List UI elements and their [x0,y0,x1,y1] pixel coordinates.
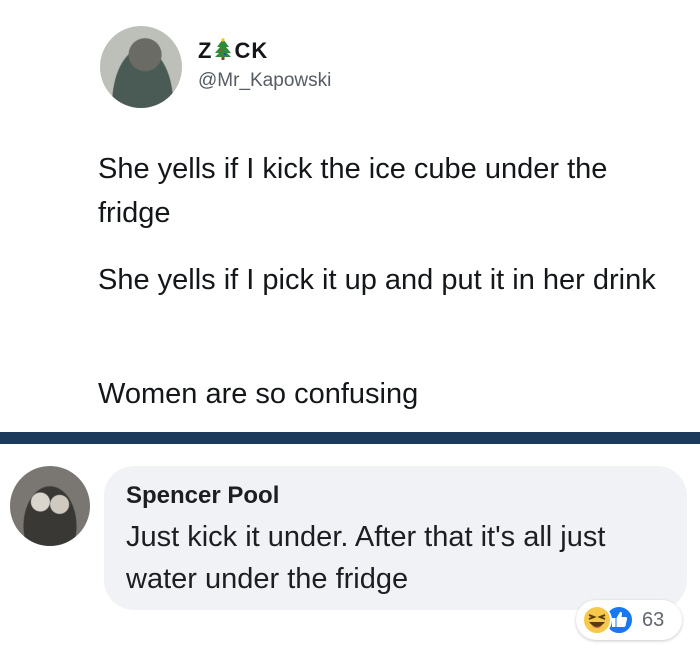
haha-icon [582,605,612,635]
tweet-text-line: She yells if I pick it up and put it in … [98,264,656,296]
commenter-avatar[interactable] [10,466,90,546]
tweet-name-left: Z [198,38,213,63]
comment-text: Just kick it under. After that it's all … [126,521,606,595]
christmas-tree-icon [214,38,232,66]
reaction-count: 63 [642,609,665,631]
tweet-card: Z CK @Mr_Kapowski She yells if I kick the… [0,0,700,432]
tweet-handle[interactable]: @Mr_Kapowski [198,70,331,92]
tweet-name-right: CK [234,38,269,63]
comment-author-name[interactable]: Spencer Pool [126,482,279,510]
section-divider [0,432,700,444]
tweet-display-name[interactable]: Z CK [198,38,268,66]
tweet-avatar[interactable] [100,26,182,108]
tweet-text-line: She yells if I kick the ice cube under t… [98,153,608,229]
tweet-text-line: Women are so confusing [98,378,419,410]
reaction-summary[interactable]: 63 [576,600,682,640]
